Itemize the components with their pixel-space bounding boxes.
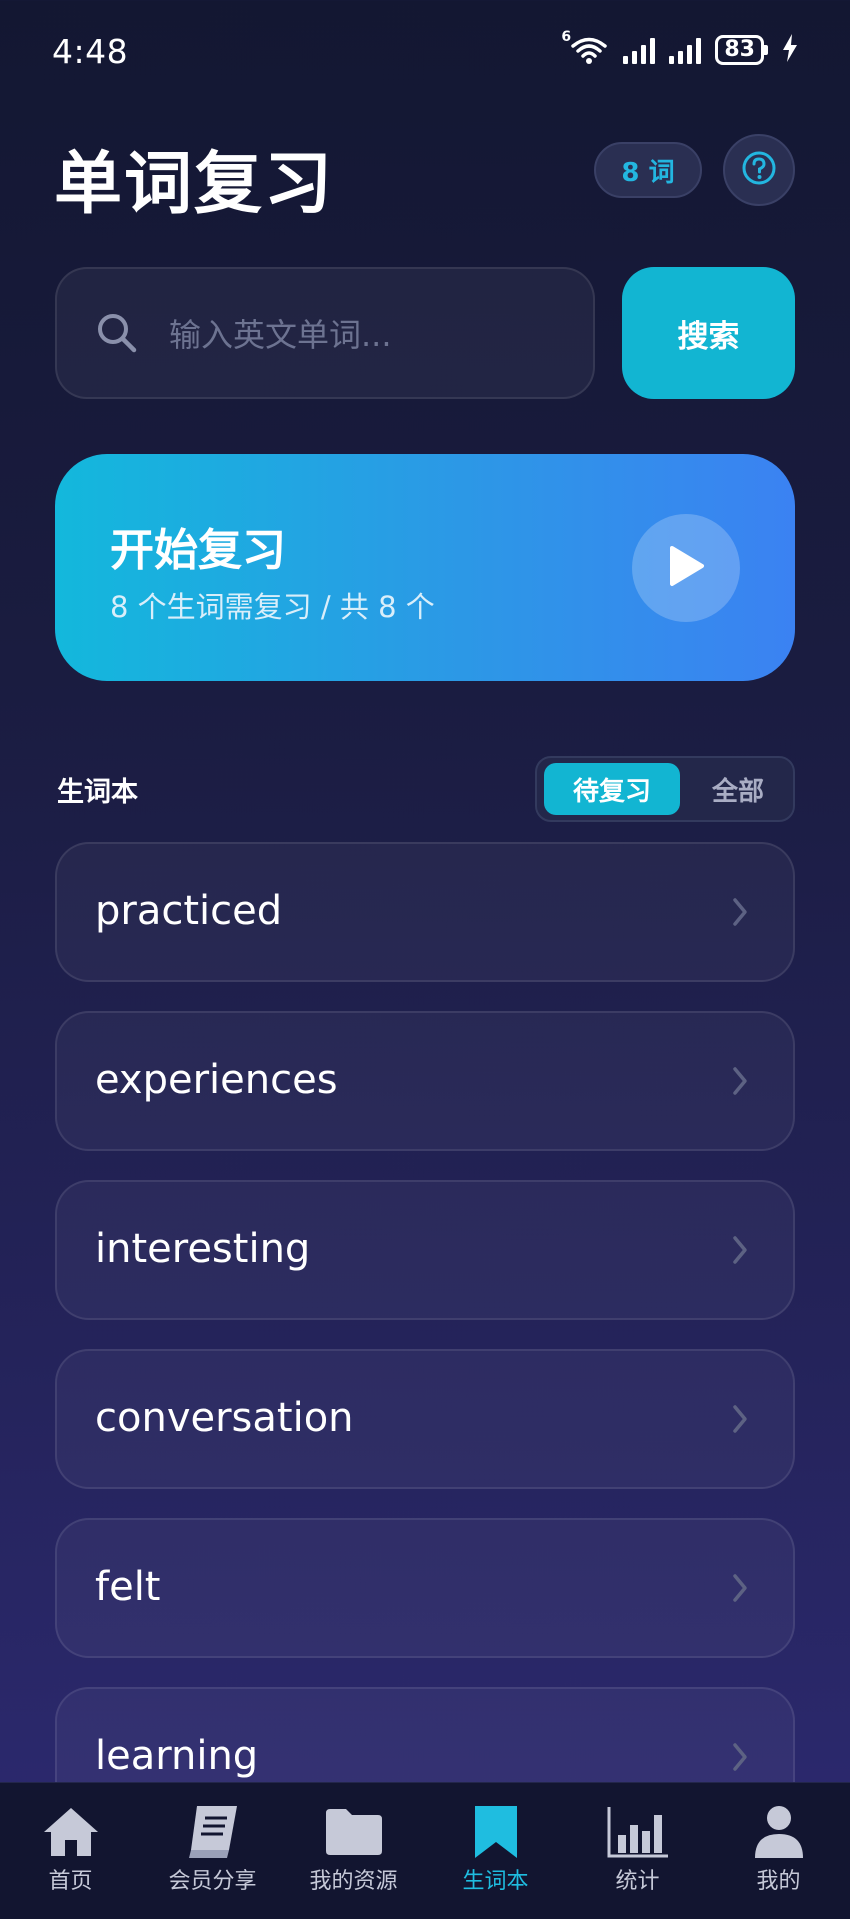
section-label: 生词本 — [57, 777, 138, 808]
status-time: 4:48 — [52, 32, 129, 71]
chevron-right-icon — [731, 1234, 749, 1270]
tab-my-resources[interactable]: 我的资源 — [283, 1783, 424, 1919]
word-text: experiences — [95, 1057, 338, 1103]
word-row[interactable]: felt — [55, 1518, 795, 1658]
play-button[interactable] — [632, 514, 740, 622]
chevron-right-icon — [731, 896, 749, 932]
word-row[interactable]: conversation — [55, 1349, 795, 1489]
word-row[interactable]: experiences — [55, 1011, 795, 1151]
battery-level: 83 — [715, 35, 764, 65]
bar-chart-icon — [567, 1803, 708, 1861]
user-icon — [708, 1803, 849, 1861]
filter-all[interactable]: 全部 — [689, 763, 787, 815]
tab-label: 我的资源 — [309, 1869, 398, 1894]
word-count-badge[interactable]: 8 词 — [594, 142, 702, 198]
filter-pending[interactable]: 待复习 — [544, 763, 680, 815]
word-text: interesting — [95, 1226, 311, 1272]
tab-profile[interactable]: 我的 — [708, 1783, 849, 1919]
signal-icon-2 — [669, 36, 702, 64]
bottom-tab-bar: 首页 会员分享 我的资源 生词本 统计 我的 — [0, 1782, 850, 1919]
status-bar: 4:48 6 83 — [0, 0, 850, 100]
chevron-right-icon — [731, 1741, 749, 1777]
help-button[interactable] — [723, 134, 795, 206]
search-button[interactable]: 搜索 — [622, 267, 795, 399]
book-icon — [142, 1803, 283, 1861]
search-icon — [95, 311, 139, 359]
tab-vocabulary[interactable]: 生词本 — [425, 1783, 566, 1919]
network-badge: 6 — [561, 29, 572, 45]
play-icon — [666, 544, 706, 592]
search-input[interactable] — [167, 307, 571, 363]
word-row[interactable]: practiced — [55, 842, 795, 982]
question-icon — [741, 150, 777, 190]
tab-member-share[interactable]: 会员分享 — [142, 1783, 283, 1919]
charging-icon — [782, 34, 798, 66]
word-list: practiced experiences interesting conver… — [55, 842, 795, 1782]
word-row[interactable]: interesting — [55, 1180, 795, 1320]
tab-label: 统计 — [615, 1869, 660, 1894]
review-card-subtitle: 8 个生词需复习 / 共 8 个 — [110, 590, 435, 624]
chevron-right-icon — [731, 1403, 749, 1439]
word-row[interactable]: learning — [55, 1687, 795, 1782]
chevron-right-icon — [731, 1572, 749, 1608]
signal-icon — [623, 36, 656, 64]
tab-home[interactable]: 首页 — [0, 1783, 141, 1919]
tab-label: 会员分享 — [168, 1869, 257, 1894]
status-icons: 6 83 — [561, 29, 798, 66]
tab-label: 生词本 — [462, 1869, 529, 1894]
filter-toggle: 待复习 全部 — [535, 756, 795, 822]
tab-statistics[interactable]: 统计 — [567, 1783, 708, 1919]
battery-icon: 83 — [715, 35, 768, 65]
chevron-right-icon — [731, 1065, 749, 1101]
start-review-card[interactable]: 开始复习 8 个生词需复习 / 共 8 个 — [55, 454, 795, 681]
tab-label: 我的 — [756, 1869, 801, 1894]
word-text: practiced — [95, 888, 283, 934]
home-icon — [0, 1803, 141, 1861]
wifi-icon: 6 — [561, 29, 609, 65]
folder-icon — [283, 1803, 424, 1861]
tab-label: 首页 — [48, 1869, 93, 1894]
bookmark-icon — [425, 1803, 566, 1861]
word-text: felt — [95, 1564, 161, 1610]
search-box — [55, 267, 595, 399]
page-title: 单词复习 — [54, 145, 335, 224]
review-card-title: 开始复习 — [110, 525, 286, 576]
word-text: conversation — [95, 1395, 354, 1441]
word-text: learning — [95, 1733, 259, 1779]
